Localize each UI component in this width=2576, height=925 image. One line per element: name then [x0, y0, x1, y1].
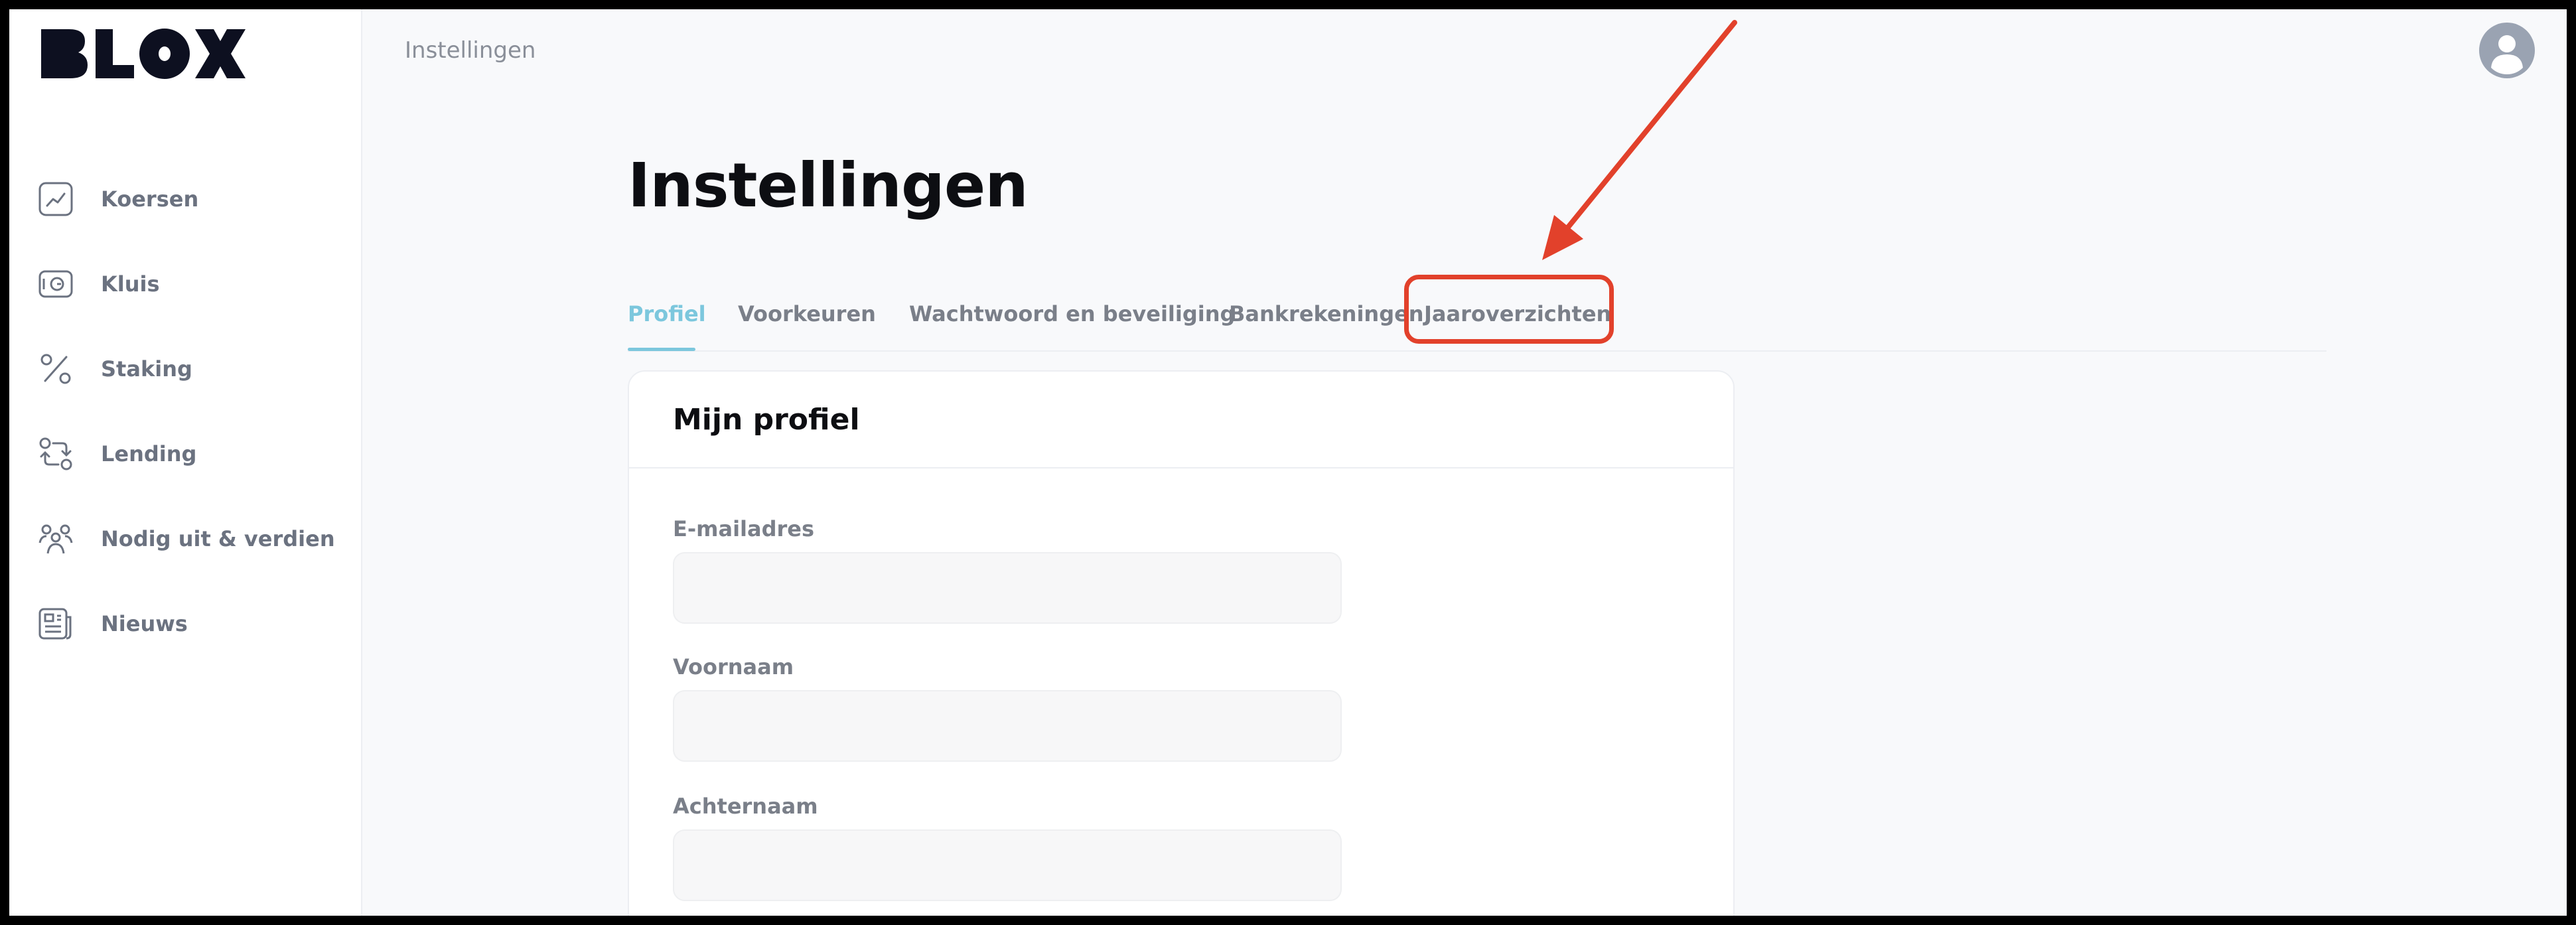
exchange-icon	[39, 437, 72, 470]
email-label: E-mailadres	[673, 516, 815, 541]
profile-card: Mijn profiel E-mailadres Voornaam Achter…	[628, 370, 1735, 916]
sidebar-item-label: Kluis	[101, 271, 160, 297]
breadcrumb: Instellingen	[405, 37, 536, 64]
sidebar-item-staking[interactable]: Staking	[37, 326, 335, 411]
user-avatar[interactable]	[2479, 23, 2535, 78]
tab-bankrekeningen[interactable]: Bankrekeningen	[1229, 301, 1424, 326]
card-title: Mijn profiel	[629, 372, 1733, 468]
sidebar-item-label: Nodig uit & verdien	[101, 526, 335, 551]
sidebar-item-nodig-uit[interactable]: Nodig uit & verdien	[37, 496, 335, 581]
annotation-arrow	[1542, 20, 1737, 260]
blox-logo[interactable]	[41, 25, 247, 84]
sidebar-item-label: Lending	[101, 441, 197, 466]
sidebar: Koersen Kluis Staking Lending Nodig uit …	[9, 9, 362, 916]
percent-icon	[40, 354, 71, 384]
tab-voorkeuren[interactable]: Voorkeuren	[738, 301, 876, 326]
sidebar-item-label: Nieuws	[101, 611, 188, 636]
tab-wachtwoord-en-beveiliging[interactable]: Wachtwoord en beveiliging	[909, 301, 1235, 326]
active-tab-indicator	[628, 348, 695, 351]
page-title: Instellingen	[628, 150, 1029, 221]
annotation-highlight-box	[1404, 275, 1614, 344]
email-field[interactable]	[673, 552, 1342, 624]
newspaper-icon	[38, 608, 72, 640]
chart-icon	[38, 182, 73, 216]
sidebar-item-lending[interactable]: Lending	[37, 411, 335, 496]
achternaam-field[interactable]	[673, 829, 1342, 901]
voornaam-field[interactable]	[673, 690, 1342, 762]
sidebar-item-nieuws[interactable]: Nieuws	[37, 581, 335, 666]
sidebar-item-label: Staking	[101, 356, 192, 382]
sidebar-item-koersen[interactable]: Koersen	[37, 157, 335, 242]
sidebar-item-kluis[interactable]: Kluis	[37, 242, 335, 326]
app-window: Koersen Kluis Staking Lending Nodig uit …	[9, 9, 2567, 916]
achternaam-label: Achternaam	[673, 794, 818, 819]
sidebar-item-label: Koersen	[101, 186, 199, 212]
users-icon	[38, 524, 73, 554]
sidebar-nav: Koersen Kluis Staking Lending Nodig uit …	[37, 157, 335, 666]
user-icon	[2479, 23, 2535, 78]
tab-profiel[interactable]: Profiel	[628, 301, 706, 326]
voornaam-label: Voornaam	[673, 654, 794, 679]
vault-icon	[38, 270, 73, 298]
